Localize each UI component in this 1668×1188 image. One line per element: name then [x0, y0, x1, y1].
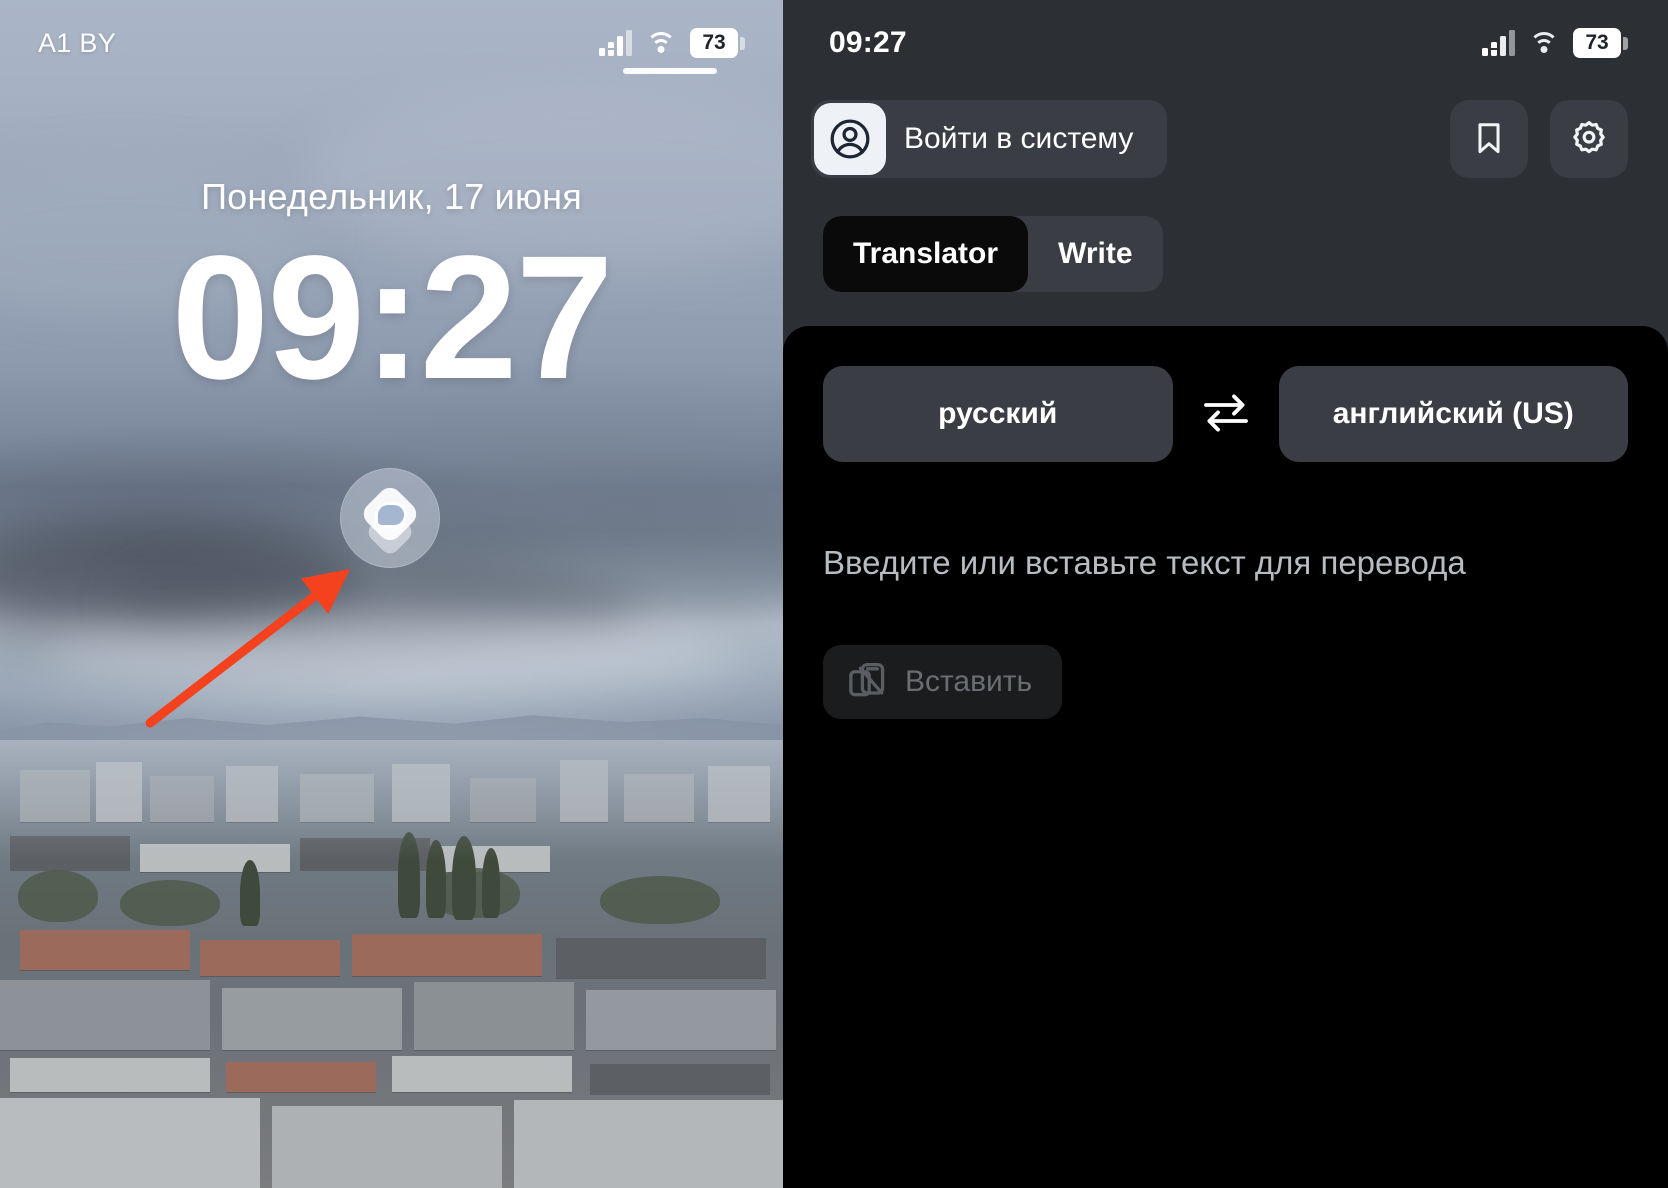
target-language-button[interactable]: английский (US): [1278, 366, 1628, 462]
gear-icon: [1569, 118, 1609, 161]
bookmarks-button[interactable]: [1450, 100, 1528, 178]
translator-panel: русский английский (US) Введите или вста…: [783, 326, 1668, 1188]
login-button[interactable]: Войти в систему: [811, 100, 1168, 178]
tab-write[interactable]: Write: [1028, 216, 1162, 292]
phone-lockscreen: A1 BY 73 Понедельник, 17 июня 09:27: [0, 0, 783, 1188]
notch-indicator-bar: [623, 68, 717, 74]
battery-cap: [740, 36, 745, 50]
battery-level-label: 73: [1573, 28, 1621, 58]
wifi-icon: [646, 31, 676, 55]
status-time: 09:27: [829, 26, 907, 59]
cloud-decor: [40, 620, 740, 690]
source-language-button[interactable]: русский: [823, 366, 1173, 462]
battery-cap: [1623, 36, 1628, 50]
translator-app: 09:27 73 Войти в систему Translator Writ…: [783, 0, 1668, 1188]
login-button-label: Войти в систему: [904, 122, 1134, 155]
header-actions: [1450, 100, 1628, 178]
tab-translator[interactable]: Translator: [823, 216, 1029, 292]
translation-input[interactable]: Введите или вставьте текст для перевода: [823, 542, 1628, 585]
atmospheric-haze: [0, 740, 783, 860]
settings-button[interactable]: [1550, 100, 1628, 178]
status-icons: 73: [599, 28, 745, 58]
lockscreen-clock: Понедельник, 17 июня 09:27: [0, 176, 783, 416]
cellular-signal-icon: [599, 30, 632, 56]
language-selector-row: русский английский (US): [823, 366, 1628, 462]
paste-button-label: Вставить: [905, 664, 1033, 698]
battery-indicator: 73: [1573, 28, 1628, 58]
paste-button[interactable]: Вставить: [823, 644, 1063, 719]
battery-level-label: 73: [690, 28, 738, 58]
paste-clipboard-disabled-icon: [845, 658, 889, 705]
translator-app-icon: [358, 482, 422, 558]
screenshot-root: A1 BY 73 Понедельник, 17 июня 09:27 09:2…: [0, 0, 1668, 1188]
status-icons: 73: [1482, 28, 1628, 58]
wifi-icon: [1529, 31, 1559, 55]
carrier-label: A1 BY: [38, 27, 117, 58]
swap-arrows-icon: [1200, 390, 1252, 439]
bookmark-icon: [1470, 119, 1508, 160]
app-status-bar: 09:27 73: [783, 0, 1668, 86]
swap-languages-button[interactable]: [1173, 366, 1279, 462]
battery-indicator: 73: [690, 28, 745, 58]
user-circle-icon: [814, 103, 886, 175]
lockscreen-date: Понедельник, 17 июня: [201, 176, 582, 217]
mode-tabs: Translator Write: [823, 216, 1163, 292]
lockscreen-time: 09:27: [171, 220, 613, 416]
app-header: Войти в систему: [783, 86, 1668, 178]
cellular-signal-icon: [1482, 30, 1515, 56]
lockscreen-translator-shortcut[interactable]: [340, 468, 440, 568]
